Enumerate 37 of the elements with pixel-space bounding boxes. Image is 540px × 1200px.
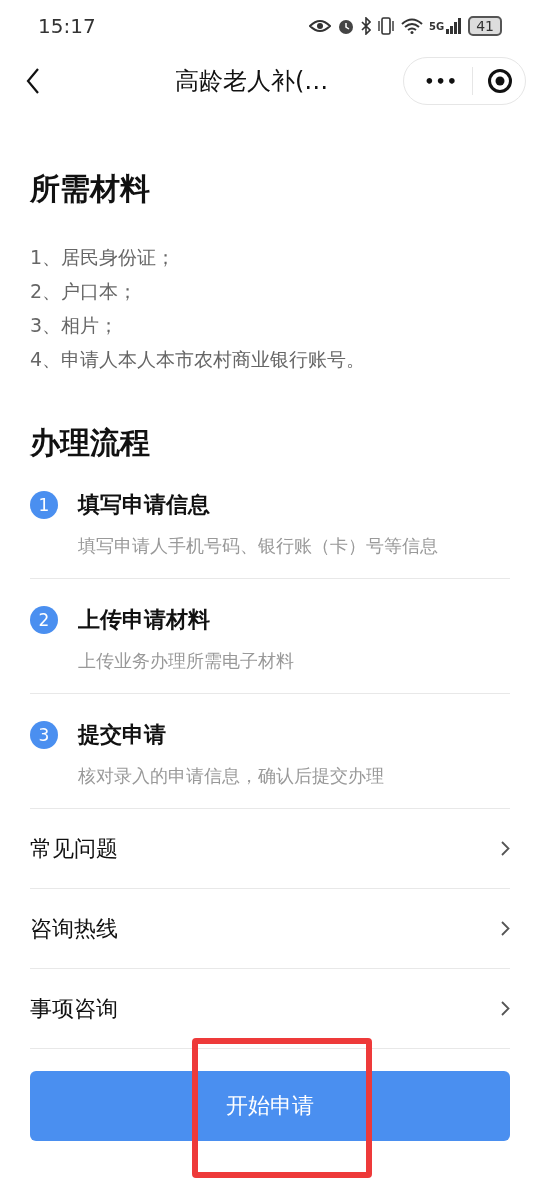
back-icon[interactable]	[26, 68, 40, 94]
material-item: 4、申请人本人本市农村商业银行账号。	[30, 347, 367, 372]
material-item: 2、户口本；	[30, 279, 139, 304]
menu-row[interactable]: 咨询热线	[30, 889, 510, 969]
close-target-icon[interactable]	[487, 68, 513, 94]
vibrate-icon	[377, 17, 395, 35]
network-label: 5G	[429, 20, 445, 32]
section-heading: 所需材料	[30, 170, 151, 208]
page-title: 高龄老人补(…	[173, 66, 330, 97]
chevron-right-icon	[501, 841, 510, 856]
step-description: 上传业务办理所需电子材料	[78, 649, 295, 673]
eye-icon	[309, 19, 331, 33]
step-title: 提交申请	[78, 721, 166, 749]
signal-icon	[446, 18, 463, 34]
menu-label: 事项咨询	[30, 994, 118, 1023]
material-item: 1、居民身份证；	[30, 245, 177, 270]
chevron-right-icon	[501, 921, 510, 936]
step-description: 核对录入的申请信息，确认后提交办理	[78, 764, 385, 788]
menu-row[interactable]: 事项咨询	[30, 969, 510, 1049]
alarm-icon	[337, 17, 355, 35]
menu-label: 常见问题	[30, 834, 118, 863]
battery-level: 41	[468, 16, 502, 36]
status-time: 15:17	[38, 14, 96, 38]
wifi-icon	[401, 18, 423, 34]
bluetooth-icon	[361, 17, 371, 35]
step-title: 上传申请材料	[78, 606, 210, 634]
section-heading: 办理流程	[30, 424, 151, 462]
step-number: 2	[30, 606, 58, 634]
step-number: 1	[30, 491, 58, 519]
chevron-right-icon	[501, 1001, 510, 1016]
more-button[interactable]: •••	[424, 71, 458, 91]
material-item: 3、相片；	[30, 313, 120, 338]
step-description: 填写申请人手机号码、银行账（卡）号等信息	[78, 534, 439, 558]
step-title: 填写申请信息	[78, 491, 210, 519]
menu-label: 咨询热线	[30, 914, 118, 943]
menu-row[interactable]: 常见问题	[30, 809, 510, 889]
step-number: 3	[30, 721, 58, 749]
